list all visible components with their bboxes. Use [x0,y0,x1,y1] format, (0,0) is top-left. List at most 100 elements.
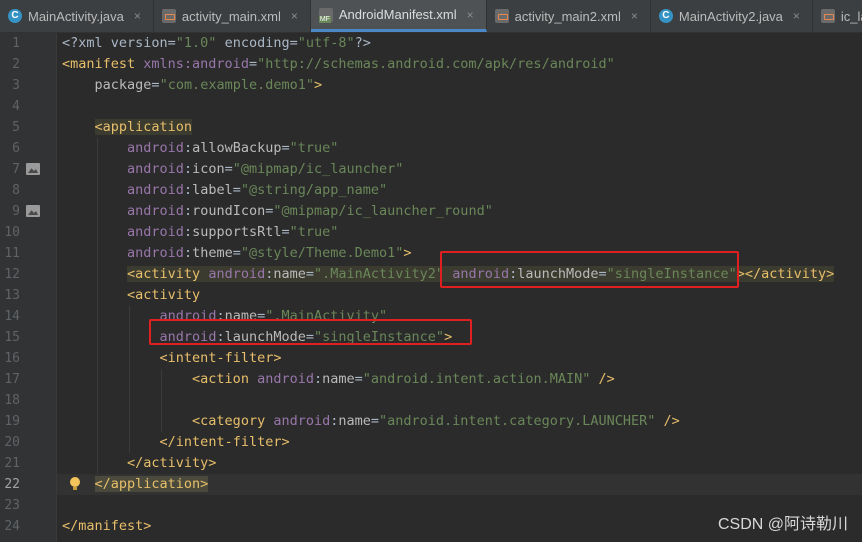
code-token: </application> [94,476,209,492]
code-line[interactable] [57,390,862,411]
line-number: 9 [12,204,20,219]
code-token: icon [192,161,225,177]
lightbulb-intention-icon[interactable] [69,477,81,491]
code-token: = [281,140,290,156]
line-number: 7 [12,162,20,177]
tab-label: MainActivity.java [28,8,124,24]
code-token: "1.0" [175,35,217,51]
code-line[interactable]: <activity [57,285,862,306]
code-line[interactable]: </application> [57,474,862,495]
tab-mainactivity2-java[interactable]: C MainActivity2.java × [651,0,813,32]
code-line[interactable]: android:allowBackup="true" [57,138,862,159]
image-preview-icon[interactable] [26,163,40,175]
tab-mainactivity-java[interactable]: C MainActivity.java × [0,0,154,32]
code-line[interactable]: <category android:name="android.intent.c… [57,411,862,432]
code-line[interactable]: </activity> [57,453,862,474]
close-icon[interactable]: × [291,9,298,23]
code-text: </intent-filter> [62,432,290,453]
tab-activity-main2-xml[interactable]: activity_main2.xml × [487,0,651,32]
code-line[interactable]: android:supportsRtl="true" [57,222,862,243]
code-token: roundIcon [192,203,266,219]
code-token: = [151,77,160,93]
code-line[interactable]: android:label="@string/app_name" [57,180,862,201]
image-preview-icon[interactable] [26,205,40,217]
code-line[interactable]: <intent-filter> [57,348,862,369]
code-token: <activity [127,287,201,303]
code-token: > [403,245,412,261]
close-icon[interactable]: × [793,9,800,23]
code-token: </intent-filter> [159,434,290,450]
code-line[interactable]: <action android:name="android.intent.act… [57,369,862,390]
code-text: <manifest xmlns:android="http://schemas.… [62,54,615,75]
manifest-file-icon [318,7,333,23]
close-icon[interactable]: × [467,8,474,22]
code-token: android [127,182,184,198]
code-token: android [127,140,184,156]
code-text: <activity [62,285,200,306]
line-number-gutter[interactable]: 1 2 3 4 5 6 7 8 9 10 11 12 13 14 15 16 17 18 19 20 21 22 23 24 [0,33,57,542]
line-number: 20 [4,435,20,450]
code-token: = [248,56,258,72]
line-number: 3 [12,78,20,93]
tab-androidmanifest-xml[interactable]: AndroidManifest.xml × [310,0,487,32]
code-text: </activity> [62,453,216,474]
code-token: </activity> [127,455,217,471]
code-text: <action android:name="android.intent.act… [62,369,615,390]
code-token: android [127,245,184,261]
code-token: xmlns:android [143,56,249,72]
tab-label: activity_main.xml [181,8,281,24]
code-token: <intent-filter> [159,350,282,366]
code-token: android [273,413,331,429]
code-token: "android.intent.action.MAIN" [362,371,591,387]
code-line[interactable]: <manifest xmlns:android="http://schemas.… [57,54,862,75]
code-token: : [183,161,193,177]
class-icon: C [658,9,673,23]
line-number: 15 [4,330,20,345]
code-line[interactable]: package="com.example.demo1"> [57,75,862,96]
code-token: name [338,413,371,429]
code-token: ?> [354,35,371,51]
code-line[interactable]: android:icon="@mipmap/ic_launcher" [57,159,862,180]
code-line[interactable]: android:roundIcon="@mipmap/ic_launcher_r… [57,201,862,222]
code-token: "@mipmap/ic_launcher_round" [273,203,493,219]
tab-label: MainActivity2.java [678,8,783,24]
launchmode-highlight-box-line-12 [440,251,739,288]
code-line[interactable]: <application [57,117,862,138]
code-token: android [257,371,314,387]
code-token: "@mipmap/ic_launcher" [232,161,404,177]
code-token: "true" [289,140,339,156]
code-token: : [183,224,193,240]
code-token: : [183,203,193,219]
line-number: 10 [4,225,20,240]
code-token: package [94,77,152,93]
tab-ic-launcher-r[interactable]: ic_launcher_r [813,0,862,32]
close-icon[interactable]: × [134,9,141,23]
code-token: label [192,182,233,198]
code-token: android [127,224,184,240]
code-editor[interactable]: </manifest> </application> </activity> <… [57,33,862,542]
code-token: = [224,161,233,177]
tab-label: AndroidManifest.xml [338,7,457,22]
close-icon[interactable]: × [631,9,638,23]
code-line[interactable]: <?xml version="1.0" encoding="utf-8"?> [57,33,862,54]
xml-file-icon [161,9,176,23]
tab-activity-main-xml[interactable]: activity_main.xml × [154,0,311,32]
code-token: "http://schemas.android.com/apk/res/andr… [257,56,615,72]
code-line[interactable] [57,96,862,117]
code-token: > [314,77,323,93]
line-number: 13 [4,288,20,303]
code-text: <application [62,117,193,138]
code-token: </manifest> [62,518,152,534]
code-line[interactable]: </intent-filter> [57,432,862,453]
tab-label: ic_launcher_r [840,8,862,24]
code-token: name [322,371,355,387]
